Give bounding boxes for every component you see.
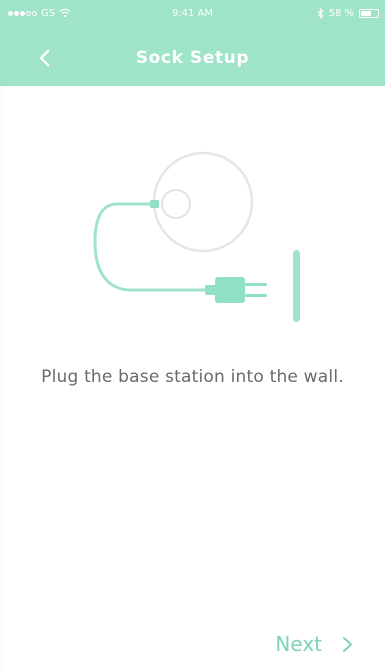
plug-prong-icon [245,294,267,297]
next-label: Next [275,632,322,656]
nav-bar: Sock Setup [0,38,385,78]
battery-icon [359,8,379,18]
next-button[interactable]: Next [275,630,353,658]
battery-level [361,10,372,16]
battery-percent: 58 % [328,7,354,19]
page-title: Sock Setup [135,48,250,68]
instruction-text: Plug the base station into the wall. [41,367,344,387]
chevron-right-icon [343,636,352,652]
plug-icon [215,277,245,303]
base-station-port-icon [161,189,191,219]
status-right: 58 % [317,7,379,19]
base-station-illustration-svg [93,151,300,322]
wall-outlet-icon [293,250,300,322]
base-station-plug-illustration [85,146,315,332]
header: GS 9:41 AM 58 % Sock Setup [0,0,385,86]
status-bar: GS 9:41 AM 58 % [0,0,385,24]
bluetooth-icon [317,7,324,19]
plug-prong-icon [245,283,267,286]
sock-setup-screen: GS 9:41 AM 58 % Sock Setup Plug the base… [0,0,385,671]
